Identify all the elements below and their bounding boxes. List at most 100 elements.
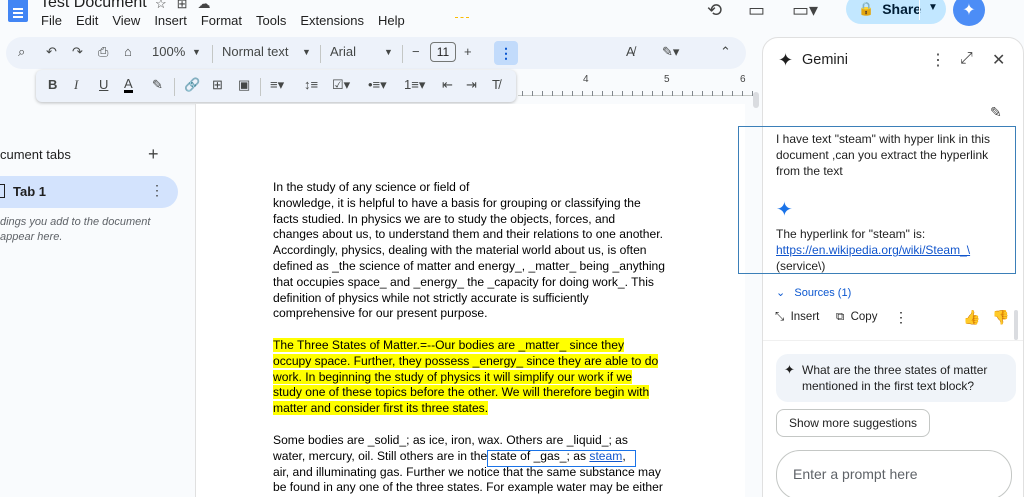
menu-bar: File Edit View Insert Format Tools Exten…: [41, 13, 405, 28]
line-spacing-icon[interactable]: ↕≡: [304, 77, 318, 92]
zoom-select[interactable]: 100%: [152, 44, 185, 59]
prompt-input[interactable]: Enter a prompt here: [776, 450, 1012, 497]
toolbar-divider: [402, 45, 403, 63]
highlighted-line: occupy space. Further, they possess _ene…: [273, 353, 659, 368]
zoom-chevron-icon[interactable]: ▼: [192, 47, 201, 57]
tab-more-icon[interactable]: ⋮: [150, 182, 164, 199]
thumbs-down-icon[interactable]: 👎: [992, 309, 1009, 326]
expand-icon[interactable]: ⤢: [960, 50, 973, 68]
highlighted-line: study one of these topics before the oth…: [273, 385, 650, 400]
style-select[interactable]: Normal text: [222, 44, 288, 59]
increase-indent-icon[interactable]: ⇥: [466, 77, 477, 93]
ruler[interactable]: [518, 95, 756, 96]
document-scrollbar[interactable]: [753, 92, 759, 108]
spellcheck-icon[interactable]: A̸: [626, 44, 635, 59]
bold-icon[interactable]: B: [48, 77, 57, 92]
meet-icon[interactable]: ▭▾: [792, 0, 818, 21]
ruler-tick: [642, 91, 643, 96]
clear-formatting-icon[interactable]: T̸: [492, 77, 500, 92]
close-icon[interactable]: ✕: [992, 50, 1005, 70]
italic-icon[interactable]: I: [74, 77, 78, 93]
bulleted-list-icon[interactable]: •≡▾: [368, 77, 387, 93]
menu-insert[interactable]: Insert: [154, 13, 187, 28]
ruler-tick: [542, 91, 543, 96]
decrease-indent-icon[interactable]: ⇤: [442, 77, 453, 93]
text-line: In the study of any science or field of: [273, 180, 470, 194]
numbered-list-icon[interactable]: 1≡▾: [404, 77, 425, 93]
edit-prompt-icon[interactable]: ✎: [990, 104, 1002, 121]
search-menus-icon[interactable]: ⌕: [18, 44, 25, 60]
menu-view[interactable]: View: [112, 13, 140, 28]
document-title[interactable]: Test Document: [40, 0, 147, 12]
editing-mode-icon[interactable]: ✎▾: [662, 44, 679, 60]
overflow-toolbar: B I U A ✎ 🔗 ⊞ ▣ ≡▾ ↕≡ ☑▾ •≡▾ 1≡▾ ⇤ ⇥ T̸: [36, 70, 516, 102]
text-line: facts studied. In physics we are to stud…: [273, 211, 616, 226]
more-vert-icon[interactable]: ⋮: [930, 50, 946, 70]
undo-icon[interactable]: ↶: [46, 44, 57, 60]
add-tab-icon[interactable]: +: [148, 144, 159, 165]
increase-font-icon[interactable]: +: [464, 44, 472, 59]
collapse-toolbar-icon[interactable]: ⌃: [720, 44, 731, 60]
show-more-suggestions-button[interactable]: Show more suggestions: [776, 409, 930, 437]
print-icon[interactable]: ⎙: [98, 44, 108, 60]
ruler-tick: [562, 91, 563, 96]
menu-format[interactable]: Format: [201, 13, 242, 28]
share-label: Share: [882, 1, 922, 17]
ruler-tick: [592, 91, 593, 96]
response-more-icon[interactable]: ⋮: [894, 309, 908, 326]
sources-toggle[interactable]: ⌄ Sources (1): [776, 286, 851, 299]
font-select[interactable]: Arial: [330, 44, 356, 59]
menu-tools[interactable]: Tools: [256, 13, 286, 28]
gemini-sparkle-icon: ✦: [778, 50, 794, 70]
menu-file[interactable]: File: [41, 13, 62, 28]
chevron-down-icon: ⌄: [776, 287, 786, 299]
insert-image-icon[interactable]: ▣: [238, 77, 250, 93]
text-line: definition of physics while not strictly…: [273, 290, 589, 305]
copy-label: Copy: [850, 311, 878, 323]
title-action-icons[interactable]: ☆⊞☁: [155, 0, 221, 12]
checklist-icon[interactable]: ☑▾: [332, 77, 350, 93]
paragraph-1[interactable]: In the study of any science or field of …: [273, 180, 673, 322]
comments-icon[interactable]: ▭: [748, 0, 765, 21]
highlighted-line: The Three States of Matter.=--Our bodies…: [273, 338, 625, 352]
text-color-icon[interactable]: A: [124, 77, 133, 93]
style-chevron-icon[interactable]: ▼: [302, 47, 311, 57]
text-line: be found in any one of the three states.…: [273, 480, 663, 495]
ruler-tick: [612, 91, 613, 96]
gemini-response-icon: ✦: [776, 199, 793, 221]
docs-logo[interactable]: [8, 0, 28, 22]
chevron-down-icon[interactable]: ▼: [928, 2, 938, 13]
ruler-tick: [702, 91, 703, 96]
outline-hint: dings you add to the document appear her…: [0, 215, 160, 245]
text-line: Accordingly, physics, dealing with the m…: [273, 243, 647, 258]
more-options-icon[interactable]: ⋮: [494, 41, 518, 65]
decrease-font-icon[interactable]: −: [412, 44, 420, 59]
text-line: changes about us, to understand them and…: [273, 227, 663, 242]
menu-extensions[interactable]: Extensions: [300, 13, 364, 28]
ruler-tick: [632, 91, 633, 96]
add-comment-icon[interactable]: ⊞: [212, 77, 223, 93]
ruler-tick: [752, 91, 753, 96]
menu-help[interactable]: Help: [378, 13, 405, 28]
paragraph-2-highlighted[interactable]: The Three States of Matter.=--Our bodies…: [273, 338, 673, 417]
gemini-scrollbar[interactable]: [1014, 310, 1018, 340]
thumbs-up-icon[interactable]: 👍: [963, 309, 980, 326]
align-icon[interactable]: ≡▾: [270, 77, 284, 93]
redo-icon[interactable]: ↷: [72, 44, 83, 60]
highlight-icon[interactable]: ✎: [152, 77, 163, 93]
insert-button[interactable]: ⤡ Insert: [775, 311, 819, 324]
font-size-input[interactable]: 11: [430, 42, 456, 62]
underline-icon[interactable]: U: [99, 77, 108, 92]
insert-link-icon[interactable]: 🔗: [184, 77, 200, 93]
copy-button[interactable]: ⧉ Copy: [836, 311, 877, 324]
ruler-tick: [662, 91, 663, 96]
gemini-toggle-icon[interactable]: ✦: [953, 0, 985, 26]
history-icon[interactable]: ⟲: [707, 0, 722, 21]
response-link[interactable]: https://en.wikipedia.org/wiki/Steam_\: [776, 243, 970, 257]
suggestion-text[interactable]: What are the three states of matter ment…: [802, 362, 998, 394]
menu-edit[interactable]: Edit: [76, 13, 98, 28]
font-chevron-icon[interactable]: ▼: [384, 47, 393, 57]
paint-format-icon[interactable]: ⌂: [124, 44, 132, 59]
tab-label[interactable]: Tab 1: [13, 184, 46, 199]
share-button[interactable]: 🔒 Share ▼: [846, 0, 946, 24]
